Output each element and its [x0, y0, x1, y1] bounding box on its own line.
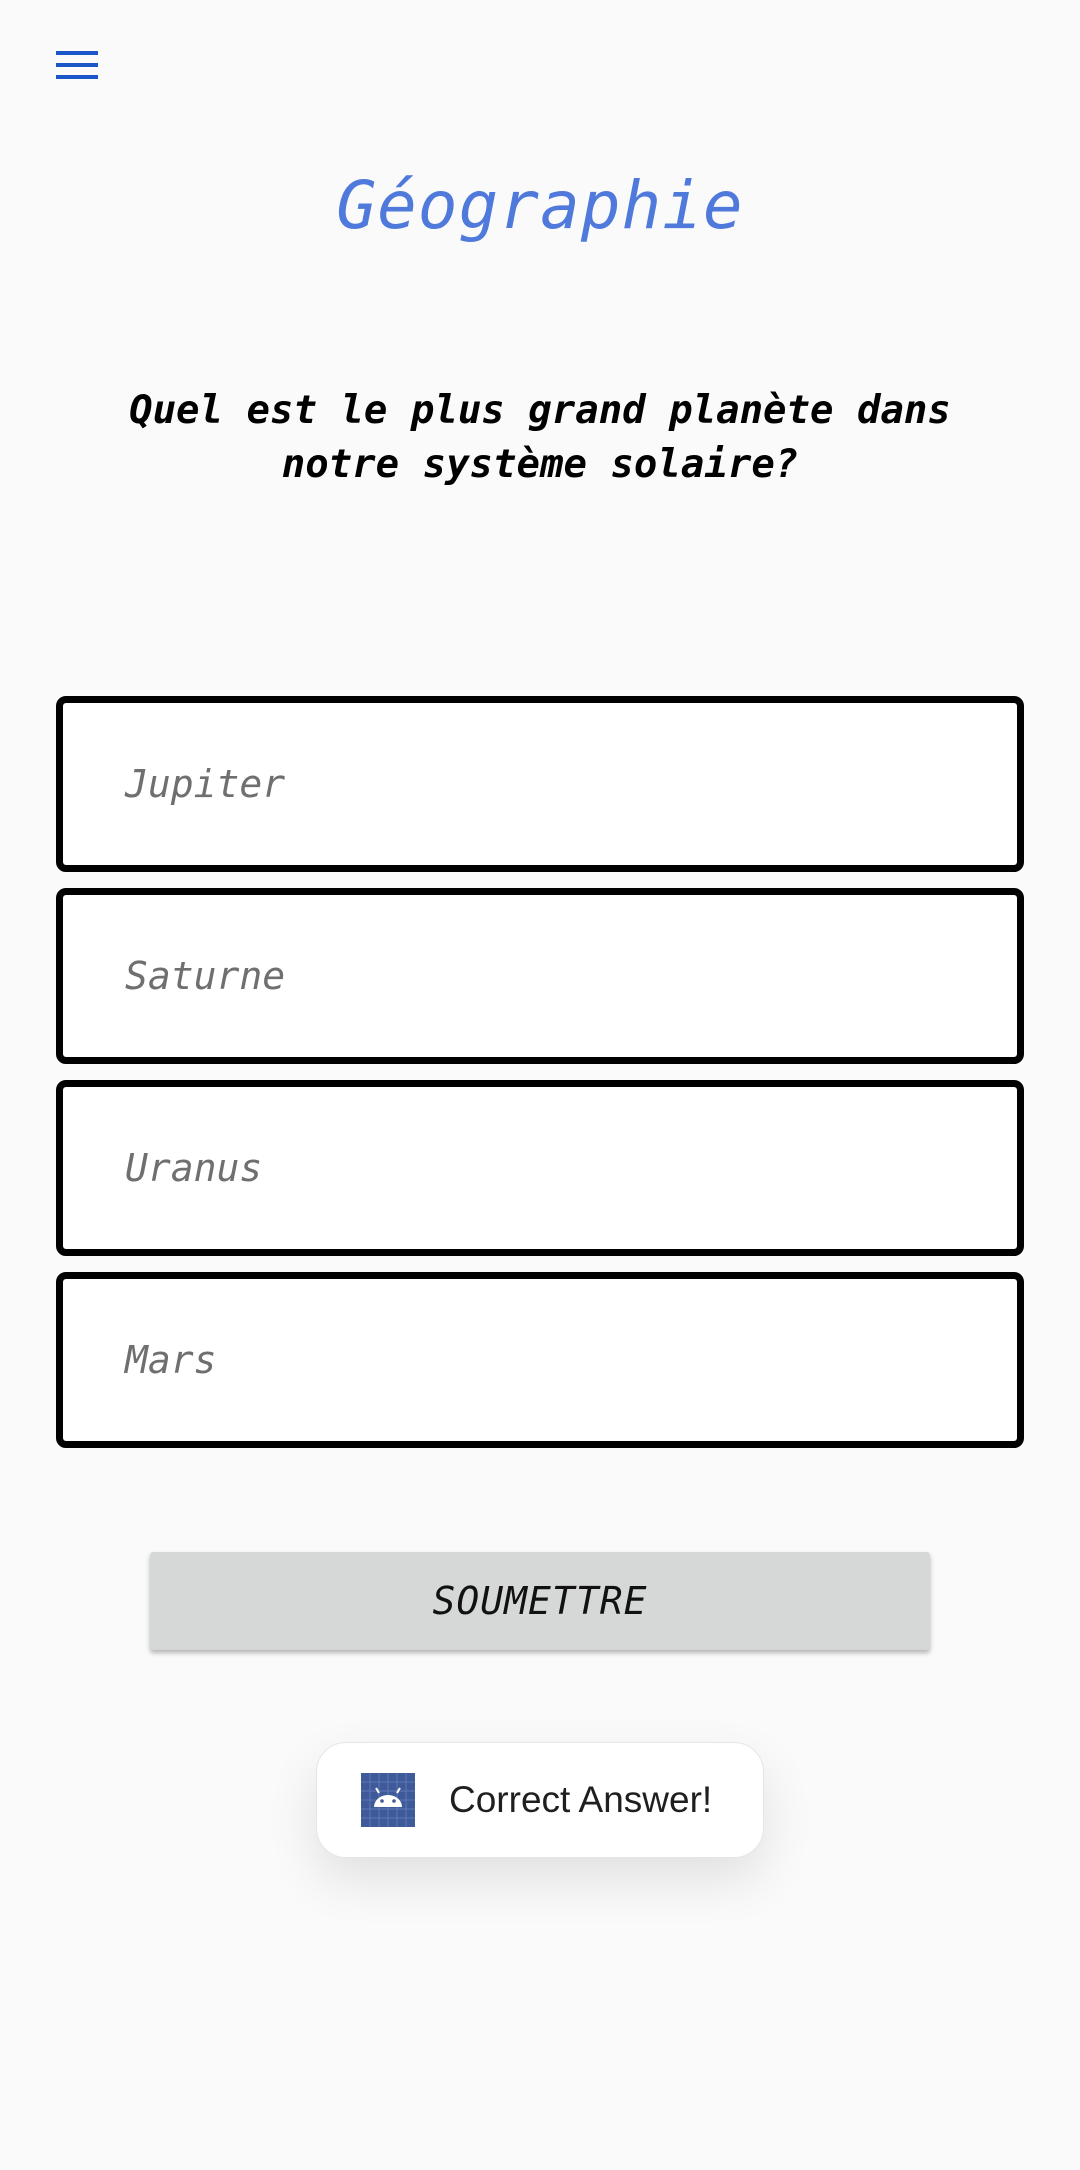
answer-option-label: Saturne [125, 954, 286, 998]
hamburger-menu-icon [56, 51, 98, 79]
submit-button[interactable]: SOUMETTRE [150, 1552, 930, 1650]
answer-option-mars[interactable]: Mars [56, 1272, 1024, 1448]
submit-button-label: SOUMETTRE [432, 1579, 648, 1623]
android-app-icon [361, 1773, 415, 1827]
answer-option-saturne[interactable]: Saturne [56, 888, 1024, 1064]
answer-option-label: Uranus [125, 1146, 263, 1190]
toast-notification: Correct Answer! [316, 1742, 764, 1858]
answer-option-label: Mars [125, 1338, 217, 1382]
menu-button[interactable] [40, 28, 114, 102]
answer-option-label: Jupiter [125, 762, 286, 806]
question-text: Quel est le plus grand planète dans notr… [129, 388, 951, 487]
answer-option-jupiter[interactable]: Jupiter [56, 696, 1024, 872]
page-title: Géographie [336, 167, 744, 244]
answer-option-uranus[interactable]: Uranus [56, 1080, 1024, 1256]
toast-message: Correct Answer! [449, 1779, 713, 1820]
